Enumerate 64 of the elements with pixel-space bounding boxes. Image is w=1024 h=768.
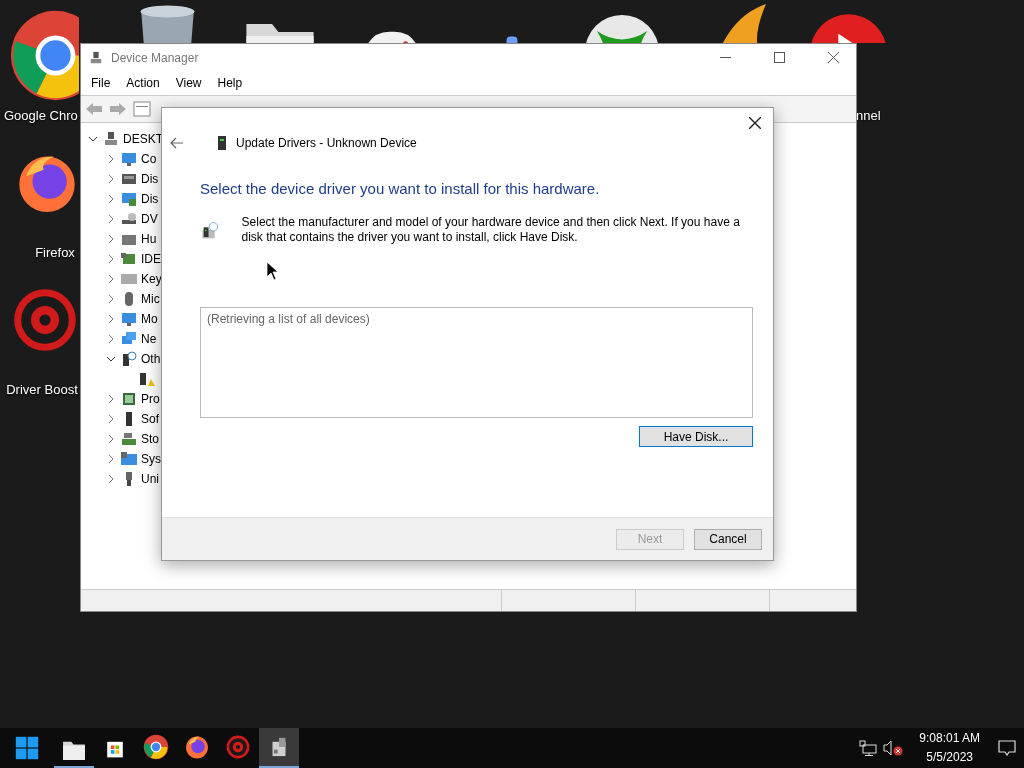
minimize-icon[interactable] bbox=[719, 57, 731, 58]
dialog-title: Update Drivers - Unknown Device bbox=[236, 136, 417, 150]
tree-item[interactable]: Pro bbox=[141, 392, 160, 406]
notifications-icon[interactable] bbox=[998, 740, 1016, 756]
tree-item[interactable]: Ne bbox=[141, 332, 157, 346]
back-arrow-icon[interactable] bbox=[170, 137, 184, 149]
warning-device-icon bbox=[139, 371, 155, 387]
tree-item[interactable]: Sys bbox=[141, 452, 161, 466]
fox-logo-icon bbox=[184, 734, 210, 760]
clock-time[interactable]: 9:08:01 AM bbox=[919, 729, 980, 748]
clock-date[interactable]: 5/5/2023 bbox=[926, 748, 973, 767]
browser-logo-icon bbox=[143, 734, 169, 760]
muted-speaker-icon[interactable] bbox=[883, 740, 904, 756]
tree-item[interactable]: Uni bbox=[141, 472, 159, 486]
menu-item[interactable]: View bbox=[167, 76, 210, 90]
menu-item[interactable]: Action bbox=[118, 76, 168, 90]
monitor-icon bbox=[121, 311, 137, 327]
tree-item[interactable]: Mo bbox=[141, 312, 158, 326]
close-icon[interactable] bbox=[827, 52, 839, 63]
system-device-icon bbox=[121, 451, 137, 467]
app-icon bbox=[89, 50, 103, 65]
cursor-icon bbox=[267, 262, 278, 280]
tree-item[interactable]: Dis bbox=[141, 192, 159, 206]
network-icon[interactable] bbox=[859, 740, 878, 756]
start-button[interactable] bbox=[13, 734, 41, 762]
menu-item[interactable]: Help bbox=[209, 76, 251, 90]
tree-item[interactable]: Mic bbox=[141, 292, 160, 306]
controller-icon bbox=[121, 251, 137, 267]
device-list[interactable]: (Retrieving a list of all devices) bbox=[200, 307, 753, 418]
cancel-button[interactable]: Cancel bbox=[694, 528, 762, 550]
tree-item[interactable]: Oth bbox=[141, 352, 161, 366]
storage-icon bbox=[121, 431, 137, 447]
desktop-icon-label: Driver Boost bbox=[5, 382, 79, 397]
menu-item[interactable]: File bbox=[83, 76, 119, 90]
monitor-icon bbox=[121, 151, 137, 167]
display-adapter-icon bbox=[121, 191, 137, 207]
taskbar-button[interactable] bbox=[259, 728, 299, 768]
computer-icon bbox=[103, 131, 119, 147]
tree-item[interactable]: DV bbox=[141, 212, 158, 226]
maximize-icon[interactable] bbox=[773, 52, 785, 63]
tree-item[interactable]: Sto bbox=[141, 432, 159, 446]
tree-item[interactable]: Co bbox=[141, 152, 157, 166]
dialog-heading: Select the device driver you want to install for this hardware. bbox=[200, 180, 601, 197]
dvd-drive-icon bbox=[121, 211, 137, 227]
have-disk-button[interactable]: Have Disk... bbox=[639, 426, 753, 447]
network-icon bbox=[121, 331, 137, 347]
tree-item[interactable]: DESKT bbox=[123, 132, 163, 146]
tree-item[interactable]: IDE bbox=[141, 252, 161, 266]
properties-icon[interactable] bbox=[133, 101, 151, 117]
unknown-device-icon bbox=[121, 351, 137, 367]
desktop-icon-label: Firefox bbox=[34, 245, 76, 260]
disk-drive-icon bbox=[121, 171, 137, 187]
desktop-icon-label: nnel bbox=[856, 108, 882, 123]
keyboard-icon bbox=[121, 271, 137, 287]
instruction-text: Select the manufacturer and model of your hardware device and then click Next. If you have a disk that contains the driver you want to install, click Have Disk. bbox=[241, 215, 741, 246]
desktop-icon-label: Google Chro bbox=[4, 108, 79, 123]
device-icon bbox=[218, 136, 226, 150]
tree-item[interactable]: Sof bbox=[141, 412, 159, 426]
tree-item[interactable]: Hu bbox=[141, 232, 157, 246]
tree-item[interactable]: Key bbox=[141, 272, 162, 286]
processor-icon bbox=[121, 391, 137, 407]
list-status-text: (Retrieving a list of all devices) bbox=[207, 312, 370, 326]
tree-item[interactable]: Dis bbox=[141, 172, 159, 186]
window-title: Device Manager bbox=[111, 50, 200, 65]
